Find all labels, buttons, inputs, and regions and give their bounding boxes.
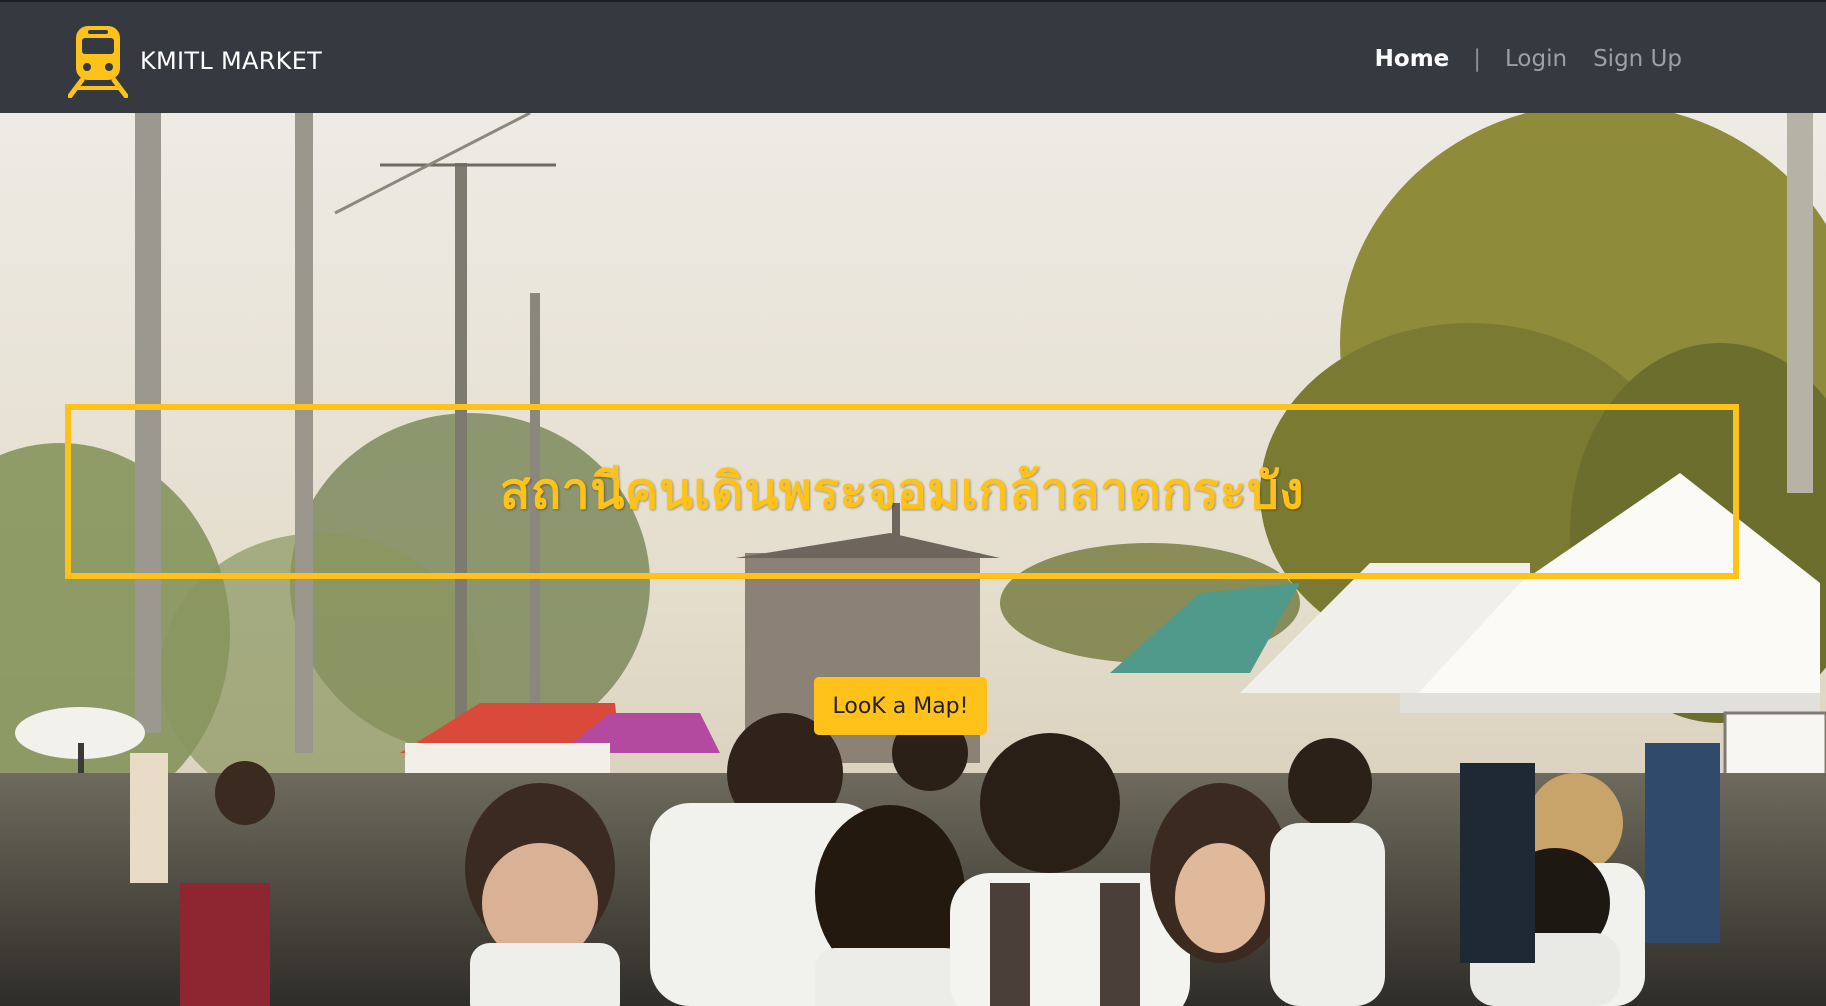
navbar: KMITL MARKET Home | Login Sign Up [0, 0, 1826, 113]
nav-home-link[interactable]: Home [1375, 46, 1450, 72]
nav-signup-link[interactable]: Sign Up [1593, 46, 1682, 72]
hero-title-banner: สถานีคนเดินพระจอมเกล้าลาดกระบัง [65, 404, 1739, 579]
look-a-map-button[interactable]: LooK a Map! [814, 677, 987, 735]
hero-title: สถานีคนเดินพระจอมเกล้าลาดกระบัง [499, 462, 1305, 520]
main-nav: Home | Login Sign Up [1375, 2, 1682, 115]
nav-login-link[interactable]: Login [1505, 46, 1567, 72]
nav-separator: | [1473, 45, 1482, 72]
train-icon [68, 26, 128, 98]
brand-name: KMITL MARKET [140, 47, 323, 75]
brand-logo-link[interactable]: KMITL MARKET [68, 24, 322, 98]
hero-section: สถานีคนเดินพระจอมเกล้าลาดกระบัง LooK a M… [0, 113, 1826, 1006]
